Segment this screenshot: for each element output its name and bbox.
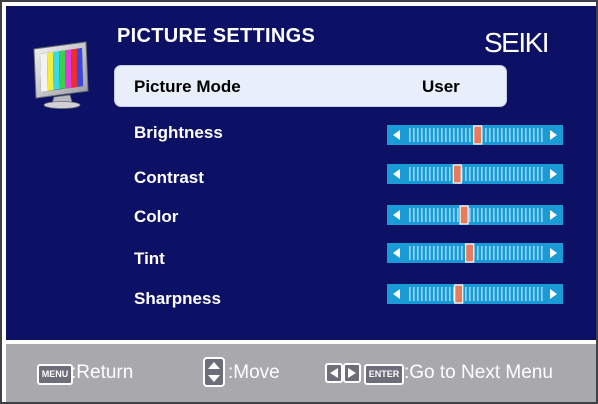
osd-window: PICTURE SETTINGS SEIKI Picture Mode User… <box>0 0 598 404</box>
picture-mode-value: User <box>422 77 460 96</box>
brand-logo: SEIKI <box>484 27 550 58</box>
slider-thumb <box>452 164 462 184</box>
slider-thumb <box>459 205 469 225</box>
slider-tint[interactable] <box>387 241 563 265</box>
picture-mode-row[interactable]: Picture Mode User <box>114 65 507 107</box>
menu-title: PICTURE SETTINGS <box>117 25 316 47</box>
slider-brightness[interactable] <box>387 123 563 147</box>
menu-key-icon: MENU <box>37 364 73 385</box>
return-hint: :Return <box>71 362 134 383</box>
settings-panel: PICTURE SETTINGS SEIKI Picture Mode User… <box>6 6 596 340</box>
monitor-color-bars-icon <box>33 41 89 109</box>
left-right-arrow-icon <box>325 363 361 383</box>
next-menu-hint: :Go to Next Menu <box>404 362 553 383</box>
up-down-arrow-icon <box>203 357 225 387</box>
slider-thumb <box>454 284 464 304</box>
enter-key-icon: ENTER <box>364 364 404 385</box>
picture-mode-label: Picture Mode <box>134 77 241 96</box>
setting-label-brightness: Brightness <box>134 123 223 142</box>
setting-label-contrast: Contrast <box>134 168 204 187</box>
setting-label-sharpness: Sharpness <box>134 289 221 308</box>
slider-color[interactable] <box>387 203 563 227</box>
slider-thumb <box>473 125 483 145</box>
slider-thumb <box>464 243 475 263</box>
move-hint: :Move <box>228 362 280 383</box>
slider-contrast[interactable] <box>387 162 563 186</box>
setting-label-color: Color <box>134 207 179 226</box>
setting-label-tint: Tint <box>134 249 165 268</box>
slider-sharpness[interactable] <box>387 282 563 306</box>
help-bar: MENU :Return :Move ENTER :Go to Next Men… <box>6 344 596 402</box>
